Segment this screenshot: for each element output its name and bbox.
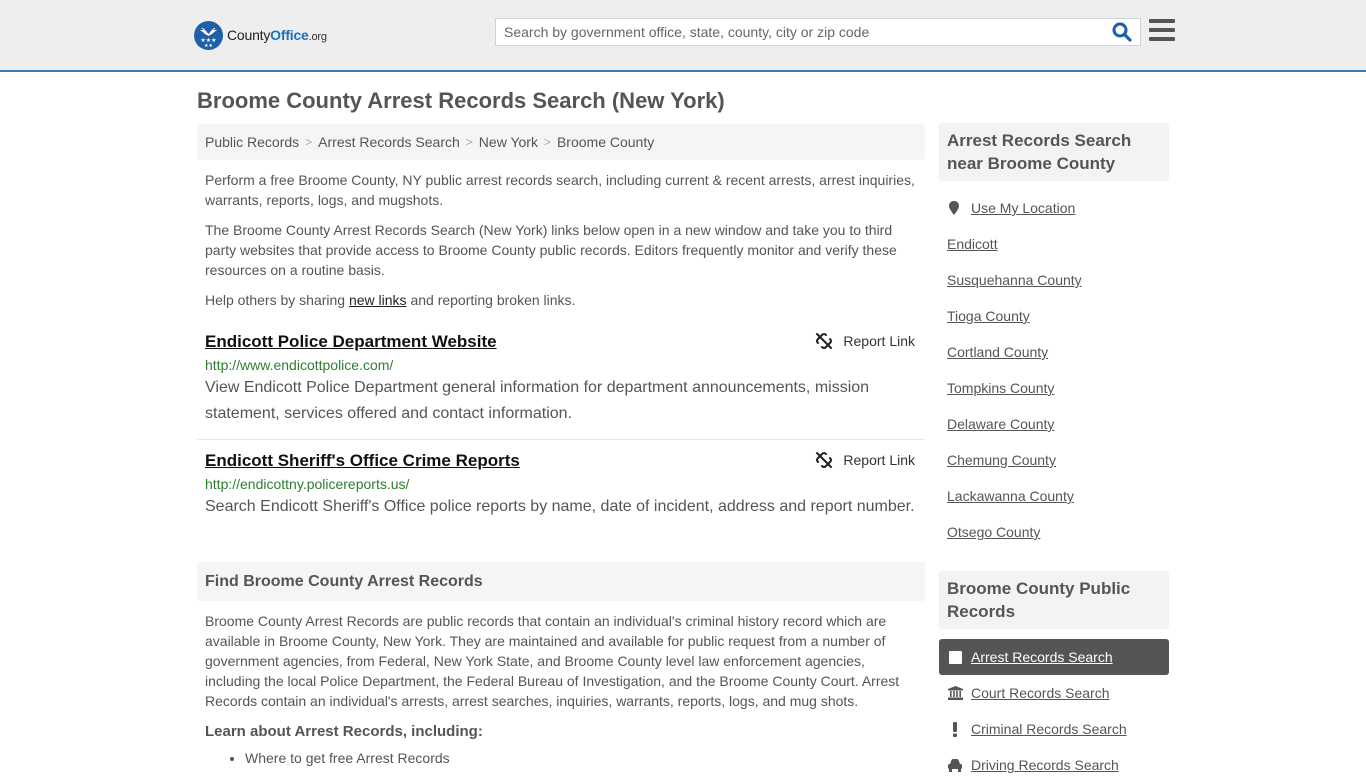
share-paragraph: Help others by sharing new links and rep… bbox=[205, 292, 576, 308]
resource-entry: Endicott Police Department Website Repor… bbox=[197, 330, 925, 440]
nearby-item: Chemung County bbox=[947, 442, 1161, 478]
nearby-item: Lackawanna County bbox=[947, 478, 1161, 514]
nearby-item: Susquehanna County bbox=[947, 262, 1161, 298]
nearby-link-tompkins[interactable]: Tompkins County bbox=[947, 380, 1054, 396]
learn-list: Where to get free Arrest Records bbox=[197, 748, 925, 768]
records-link-driving[interactable]: Driving Records Search bbox=[971, 757, 1119, 773]
breadcrumb-separator: > bbox=[543, 135, 551, 149]
learn-heading: Learn about Arrest Records, including: bbox=[205, 723, 483, 740]
logo-text: CountyOffice.org bbox=[227, 27, 327, 43]
nearby-list: Use My Location Endicott Susquehanna Cou… bbox=[939, 190, 1169, 550]
broken-link-icon bbox=[816, 452, 833, 468]
resource-description: View Endicott Police Department general … bbox=[205, 379, 870, 422]
sidebar: Arrest Records Search near Broome County… bbox=[939, 123, 1169, 783]
nearby-link-susquehanna[interactable]: Susquehanna County bbox=[947, 272, 1082, 288]
breadcrumb-public-records[interactable]: Public Records bbox=[205, 134, 299, 150]
records-item-driving[interactable]: Driving Records Search bbox=[939, 747, 1169, 783]
nearby-link-tioga[interactable]: Tioga County bbox=[947, 308, 1030, 324]
nearby-link-endicott[interactable]: Endicott bbox=[947, 236, 998, 252]
eagle-logo-icon: ★★★ ★★ bbox=[194, 20, 223, 50]
breadcrumb-arrest-records[interactable]: Arrest Records Search bbox=[318, 134, 460, 150]
records-link-criminal[interactable]: Criminal Records Search bbox=[971, 721, 1127, 737]
use-location-item: Use My Location bbox=[947, 190, 1161, 226]
breadcrumb-broome-county[interactable]: Broome County bbox=[557, 134, 654, 150]
resource-description: Search Endicott Sheriff's Office police … bbox=[205, 498, 915, 515]
public-records-list: Arrest Records Search Court Records Sear… bbox=[939, 639, 1169, 783]
search-box bbox=[495, 18, 1141, 46]
find-records-paragraph: Broome County Arrest Records are public … bbox=[205, 613, 900, 709]
page-title: Broome County Arrest Records Search (New… bbox=[197, 88, 725, 113]
map-pin-icon bbox=[949, 201, 959, 215]
learn-list-item: Where to get free Arrest Records bbox=[245, 748, 925, 768]
report-link-button[interactable]: Report Link bbox=[815, 451, 915, 469]
svg-text:★★: ★★ bbox=[204, 43, 213, 49]
nearby-heading: Arrest Records Search near Broome County bbox=[939, 123, 1169, 181]
nearby-item: Endicott bbox=[947, 226, 1161, 262]
public-records-heading: Broome County Public Records bbox=[939, 571, 1169, 629]
nearby-link-lackawanna[interactable]: Lackawanna County bbox=[947, 488, 1074, 504]
search-button[interactable] bbox=[1112, 22, 1134, 42]
breadcrumb-new-york[interactable]: New York bbox=[479, 134, 538, 150]
records-link-arrest[interactable]: Arrest Records Search bbox=[971, 649, 1113, 665]
nearby-link-delaware[interactable]: Delaware County bbox=[947, 416, 1054, 432]
exclamation-icon bbox=[947, 721, 963, 737]
resource-title-link[interactable]: Endicott Sheriff's Office Crime Reports bbox=[205, 449, 520, 473]
search-input[interactable] bbox=[496, 19, 1106, 45]
resource-entry: Endicott Sheriff's Office Crime Reports … bbox=[197, 449, 925, 520]
new-links-link[interactable]: new links bbox=[349, 292, 407, 308]
find-records-heading: Find Broome County Arrest Records bbox=[197, 562, 925, 601]
nearby-link-cortland[interactable]: Cortland County bbox=[947, 344, 1048, 360]
nearby-item: Delaware County bbox=[947, 406, 1161, 442]
search-icon bbox=[1112, 22, 1132, 42]
nearby-item: Cortland County bbox=[947, 334, 1161, 370]
site-header: ★★★ ★★ CountyOffice.org bbox=[0, 0, 1366, 72]
main-content: Public Records > Arrest Records Search >… bbox=[197, 124, 925, 768]
nearby-link-chemung[interactable]: Chemung County bbox=[947, 452, 1056, 468]
nearby-link-otsego[interactable]: Otsego County bbox=[947, 524, 1040, 540]
breadcrumb: Public Records > Arrest Records Search >… bbox=[197, 124, 925, 160]
breadcrumb-separator: > bbox=[465, 135, 473, 149]
disclaimer-paragraph: The Broome County Arrest Records Search … bbox=[205, 222, 897, 278]
records-item-arrest[interactable]: Arrest Records Search bbox=[939, 639, 1169, 675]
records-item-criminal[interactable]: Criminal Records Search bbox=[939, 711, 1169, 747]
records-item-court[interactable]: Court Records Search bbox=[939, 675, 1169, 711]
resource-url: http://www.endicottpolice.com/ bbox=[205, 357, 394, 373]
site-logo[interactable]: ★★★ ★★ CountyOffice.org bbox=[194, 20, 327, 50]
car-icon bbox=[947, 758, 963, 772]
hamburger-menu-icon[interactable] bbox=[1149, 19, 1175, 43]
nearby-item: Otsego County bbox=[947, 514, 1161, 550]
square-icon bbox=[947, 650, 963, 664]
breadcrumb-separator: > bbox=[305, 135, 313, 149]
use-my-location-link[interactable]: Use My Location bbox=[971, 200, 1075, 216]
resource-title-link[interactable]: Endicott Police Department Website bbox=[205, 330, 497, 354]
intro-paragraph: Perform a free Broome County, NY public … bbox=[205, 172, 915, 208]
broken-link-icon bbox=[816, 333, 833, 349]
nearby-item: Tioga County bbox=[947, 298, 1161, 334]
report-link-button[interactable]: Report Link bbox=[815, 332, 915, 350]
records-link-court[interactable]: Court Records Search bbox=[971, 685, 1110, 701]
courthouse-icon bbox=[947, 686, 963, 700]
nearby-item: Tompkins County bbox=[947, 370, 1161, 406]
resource-url: http://endicottny.policereports.us/ bbox=[205, 476, 410, 492]
